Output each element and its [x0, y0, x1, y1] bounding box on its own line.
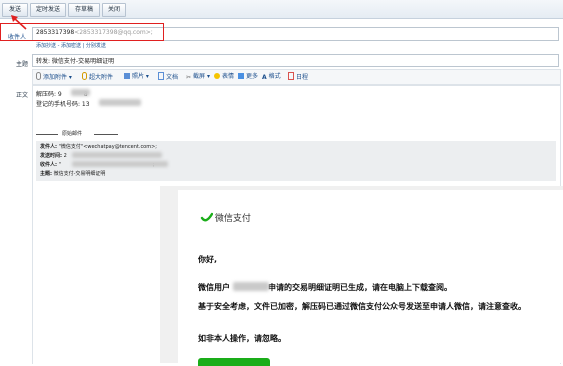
emoji-button[interactable]: 表情 [214, 72, 234, 81]
unzip-code-label: 解压码: 9 [36, 91, 62, 98]
add-attachment-button[interactable]: 添加附件 ▾ [36, 72, 72, 81]
phone-line: 登记的手机号码: 13 [36, 99, 90, 108]
orig-time-line: 发送时间: 2 [40, 153, 67, 159]
scissors-icon: ✂ [186, 74, 192, 81]
orig-from-line: 发件人: "微信支付"<wechatpay@tencent.com>; [40, 144, 157, 150]
redacted-user [233, 282, 269, 291]
separate-send-link[interactable]: 分别发送 [86, 43, 106, 49]
document-icon [158, 72, 164, 80]
redacted-phone [99, 99, 141, 106]
wechat-pay-brand: 微信支付 [214, 214, 251, 224]
wechat-pay-icon [200, 212, 214, 222]
paperclip-icon [36, 72, 41, 80]
close-button[interactable]: 关闭 [102, 3, 126, 17]
subject-label: 主题 [16, 61, 29, 68]
photo-icon [124, 73, 130, 79]
screenshot-button[interactable]: ✂ 截屏 ▾ [186, 72, 210, 81]
grid-icon [238, 73, 244, 79]
more-button[interactable]: 更多 [238, 72, 258, 81]
save-draft-button[interactable]: 存草稿 [68, 3, 100, 17]
orig-subject-line: 主题: 微信支付-交易明细证明 [40, 171, 106, 177]
wechat-download-button[interactable] [198, 358, 270, 366]
recipient-highlight-box [0, 23, 164, 41]
original-mail-divider: 原始邮件 [36, 130, 118, 137]
original-mail-label: 原始邮件 [62, 131, 83, 137]
wechat-greeting: 你好, [198, 255, 218, 264]
wechat-line3: 如非本人操作，请忽略。 [198, 334, 286, 343]
body-label: 正文 [16, 92, 29, 99]
wechat-line2: 基于安全考虑，文件已加密，解压码已通过微信支付公众号发送至申请人微信，请注意查收… [198, 302, 526, 311]
scheduled-send-button[interactable]: 定时发送 [30, 3, 66, 17]
redacted-unzip-code [71, 89, 90, 96]
add-bcc-link[interactable]: 添加密送 [61, 43, 81, 49]
font-icon: A [262, 74, 267, 81]
paperclip-icon [82, 72, 87, 80]
subject-value: 转发: 微信支付-交易明细证明 [36, 58, 115, 65]
redacted-send-time [72, 152, 162, 158]
calendar-icon [288, 72, 294, 80]
redacted-recipient [72, 161, 168, 167]
photo-button[interactable]: 照片 ▾ [124, 72, 149, 81]
recipient-links: 添加抄送 - 添加密送 | 分别发送 [36, 43, 106, 49]
large-attachment-button[interactable]: 超大附件 [82, 72, 113, 81]
phone-label: 登记的手机号码: 13 [36, 101, 90, 108]
format-button[interactable]: A 格式 [262, 72, 281, 81]
add-cc-link[interactable]: 添加抄送 [36, 43, 56, 49]
document-button[interactable]: 文档 [158, 72, 178, 81]
wechat-pay-logo: 微信支付 [200, 211, 251, 224]
smiley-icon [214, 73, 220, 79]
calendar-button[interactable]: 日程 [288, 72, 308, 81]
